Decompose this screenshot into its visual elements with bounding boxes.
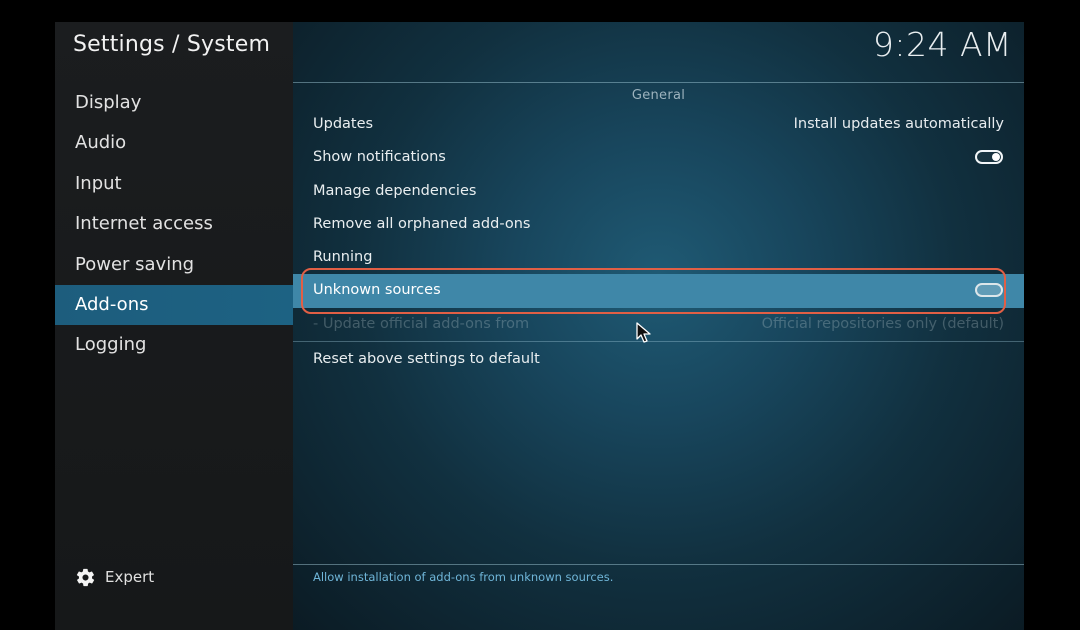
breadcrumb: Settings / System [73,32,271,57]
sidebar-item-audio[interactable]: Audio [55,123,293,163]
setting-label-updates: Updates [313,116,374,132]
setting-label-unknown-sources: Unknown sources [313,282,441,299]
sidebar-item-logging[interactable]: Logging [55,325,293,365]
settings-navigation: Display Audio Input Internet access Powe… [55,83,293,366]
section-title-general: General [631,88,686,103]
sidebar-item-display[interactable]: Display [55,83,293,123]
setting-value-update-official-add-ons-from: Official repositories only (default) [761,315,1004,332]
setting-running[interactable]: Running [293,241,1024,274]
kodi-settings-window: Settings / System Display Audio Input In… [55,22,1024,630]
settings-list: Updates Install updates automatically Sh… [293,108,1024,341]
sidebar-item-internet-access[interactable]: Internet access [55,204,293,244]
setting-value-updates: Install updates automatically [793,116,1004,132]
setting-label-manage-dependencies: Manage dependencies [313,182,477,199]
settings-sidebar: Settings / System Display Audio Input In… [55,22,293,630]
setting-update-official-add-ons-from: - Update official add-ons from Official … [293,308,1024,341]
description-divider [293,564,1024,565]
toggle-knob [992,153,1000,162]
expert-label: Expert [105,568,155,586]
setting-label-update-official-add-ons-from: - Update official add-ons from [313,315,530,332]
setting-unknown-sources[interactable]: Unknown sources [293,274,1024,308]
setting-label-remove-orphaned-add-ons: Remove all orphaned add-ons [313,215,531,232]
setting-updates[interactable]: Updates Install updates automatically [293,108,1024,141]
setting-label-show-notifications: Show notifications [313,149,446,166]
settings-main-panel: 9:24 AM General Updates Install updates … [293,22,1024,630]
setting-label-running: Running [313,249,373,266]
setting-show-notifications[interactable]: Show notifications [293,141,1024,174]
reset-divider [293,341,1024,342]
unknown-sources-toggle[interactable] [975,283,1003,298]
reset-settings-button[interactable]: Reset above settings to default [293,343,1024,375]
sidebar-item-add-ons[interactable]: Add-ons [55,284,293,326]
expert-level-button[interactable]: Expert [75,566,154,588]
clock: 9:24 AM [872,25,1012,64]
setting-remove-orphaned-add-ons[interactable]: Remove all orphaned add-ons [293,208,1024,241]
gear-icon [75,567,96,588]
sidebar-item-input[interactable]: Input [55,164,293,204]
setting-description: Allow installation of add-ons from unkno… [313,570,614,584]
setting-manage-dependencies[interactable]: Manage dependencies [293,175,1024,208]
show-notifications-toggle[interactable] [975,150,1003,165]
sidebar-item-power-saving[interactable]: Power saving [55,245,293,285]
section-top-divider [293,82,1024,83]
